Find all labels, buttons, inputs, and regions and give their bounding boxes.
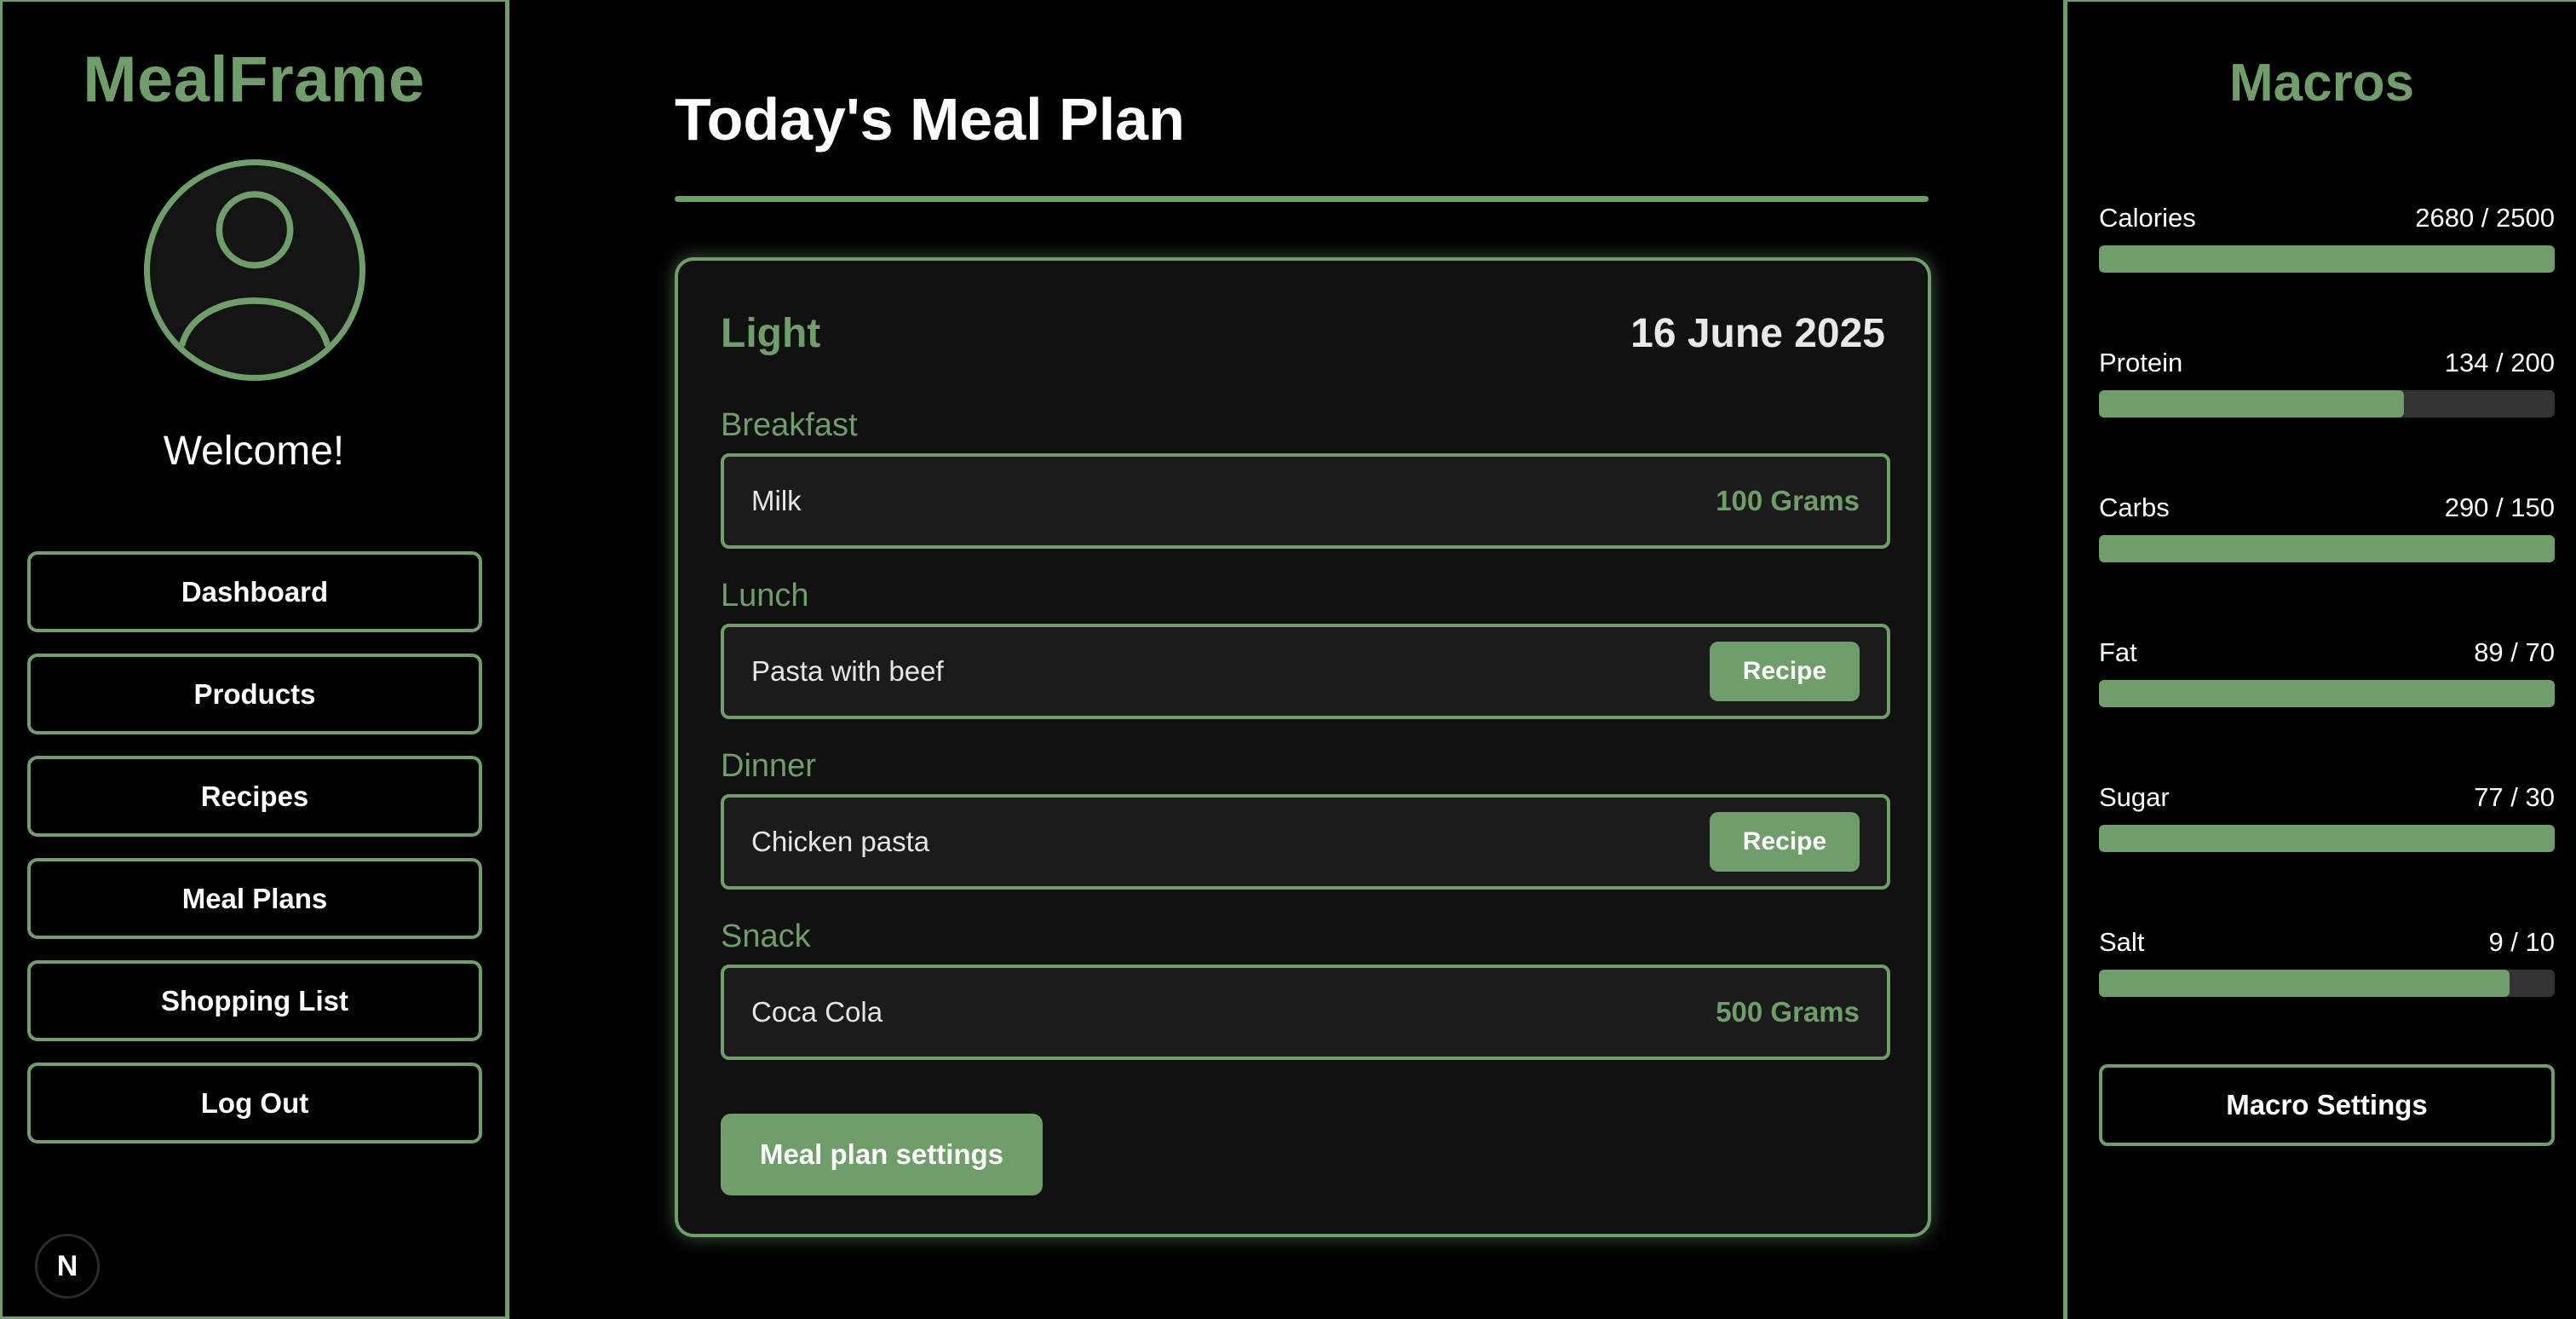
meal-label-dinner: Dinner (721, 748, 816, 784)
macro-name: Salt (2099, 927, 2145, 957)
meal-item-quantity: 100 Grams (1716, 485, 1860, 516)
macro-name: Sugar (2099, 782, 2170, 812)
meal-row-dinner: Chicken pasta Recipe (721, 794, 1890, 890)
macro-progress-fill (2099, 970, 2510, 997)
nav-recipes-button[interactable]: Recipes (27, 756, 482, 837)
meal-plan-settings-button[interactable]: Meal plan settings (721, 1114, 1043, 1195)
sidebar: MealFrame Welcome! Dashboard Products Re… (0, 0, 509, 1319)
welcome-message: Welcome! (163, 429, 345, 474)
macro-progress-fill (2099, 390, 2405, 418)
meal-item-name: Milk (751, 485, 802, 516)
macros-title: Macros (2228, 54, 2415, 112)
lunch-recipe-button[interactable]: Recipe (1710, 642, 1860, 701)
meal-item-name: Coca Cola (751, 996, 883, 1028)
meal-label-lunch: Lunch (721, 578, 809, 613)
macro-name: Protein (2099, 348, 2183, 377)
meal-row-snack: Coca Cola 500 Grams (721, 965, 1890, 1060)
plan-name: Light (721, 311, 821, 356)
macro-value: 2680 / 2500 (2415, 203, 2555, 233)
macro-value: 77 / 30 (2474, 782, 2555, 812)
user-avatar-icon[interactable] (144, 159, 365, 381)
nav-products-button[interactable]: Products (27, 654, 482, 734)
nav-dashboard-button[interactable]: Dashboard (27, 551, 482, 632)
page-title: Today's Meal Plan (675, 86, 1185, 153)
meal-item-name: Pasta with beef (751, 655, 944, 687)
brand-logo[interactable]: MealFrame (3, 43, 505, 117)
logout-button[interactable]: Log Out (27, 1063, 482, 1143)
macros-panel: Macros Calories 2680 / 2500 Protein 134 … (2063, 0, 2576, 1319)
macro-progress-track (2099, 390, 2555, 418)
title-divider (675, 196, 1929, 202)
macro-progress-track (2099, 970, 2555, 997)
macro-progress-fill (2099, 825, 2555, 852)
macro-name: Carbs (2099, 492, 2170, 522)
meal-label-breakfast: Breakfast (721, 407, 858, 443)
macro-name: Fat (2099, 637, 2137, 667)
macro-value: 134 / 200 (2444, 348, 2555, 377)
meal-item-quantity: 500 Grams (1716, 996, 1860, 1028)
macro-value: 89 / 70 (2474, 637, 2555, 667)
plan-date: 16 June 2025 (1630, 311, 1885, 356)
macro-value: 9 / 10 (2488, 927, 2555, 957)
macro-value: 290 / 150 (2444, 492, 2555, 522)
macro-progress-track (2099, 680, 2555, 707)
meal-plan-card: Light 16 June 2025 Breakfast Milk 100 Gr… (675, 257, 1931, 1237)
meal-row-lunch: Pasta with beef Recipe (721, 624, 1890, 719)
nav-meal-plans-button[interactable]: Meal Plans (27, 858, 482, 939)
macro-progress-track (2099, 825, 2555, 852)
dinner-recipe-button[interactable]: Recipe (1710, 812, 1860, 872)
macro-progress-track (2099, 535, 2555, 562)
meal-label-snack: Snack (721, 919, 811, 954)
dev-tools-badge-icon[interactable]: N (35, 1234, 100, 1299)
macro-progress-track (2099, 245, 2555, 273)
nav-shopping-list-button[interactable]: Shopping List (27, 960, 482, 1041)
app-root: MealFrame Welcome! Dashboard Products Re… (0, 0, 2576, 1319)
macro-progress-fill (2099, 535, 2555, 562)
macro-progress-fill (2099, 680, 2555, 707)
meal-row-breakfast: Milk 100 Grams (721, 453, 1890, 549)
macro-progress-fill (2099, 245, 2555, 273)
macro-name: Calories (2099, 203, 2196, 233)
meal-item-name: Chicken pasta (751, 826, 930, 857)
macro-settings-button[interactable]: Macro Settings (2099, 1064, 2555, 1146)
